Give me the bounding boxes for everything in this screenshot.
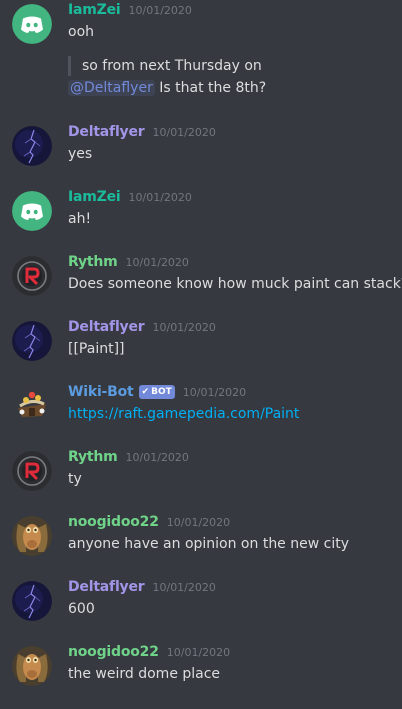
message-header: noogidoo22 10/01/2020 <box>68 514 230 530</box>
message-item: Rythm 10/01/2020 Does someone know how m… <box>0 252 402 308</box>
message-item: Wiki-Bot ✔ BOT 10/01/2020 https://raft.ga… <box>0 382 402 438</box>
lightning-icon[interactable] <box>12 126 52 166</box>
wiki-bot-icon[interactable] <box>12 386 52 426</box>
author-name[interactable]: Wiki-Bot <box>68 384 134 400</box>
message-item: IamZei 10/01/2020 ooh so from next Thurs… <box>0 0 402 104</box>
timestamp: 10/01/2020 <box>125 256 189 269</box>
author-name[interactable]: Deltaflyer <box>68 319 145 335</box>
jarjar-avatar-icon[interactable] <box>12 516 52 556</box>
message-header: Rythm 10/01/2020 <box>68 254 189 270</box>
author-name[interactable]: Rythm <box>68 449 118 465</box>
author-name[interactable]: noogidoo22 <box>68 644 159 660</box>
timestamp: 10/01/2020 <box>152 126 216 139</box>
timestamp: 10/01/2020 <box>166 646 231 659</box>
bot-tag: ✔ BOT <box>138 385 175 399</box>
author-name[interactable]: Rythm <box>68 254 118 270</box>
author-name[interactable]: IamZei <box>68 2 121 18</box>
message-item: Deltaflyer 10/01/2020 yes <box>0 122 402 178</box>
timestamp: 10/01/2020 <box>166 516 231 529</box>
message-text: Does someone know how muck paint can sta… <box>68 276 402 292</box>
message-text: yes <box>68 146 93 162</box>
message-item: Deltaflyer 10/01/2020 [[Paint]] <box>0 317 402 373</box>
lightning-icon[interactable] <box>12 581 52 621</box>
timestamp: 10/01/2020 <box>128 4 192 17</box>
message-item: IamZei 10/01/2020 ah! <box>0 187 402 243</box>
jarjar-avatar-icon[interactable] <box>12 646 52 686</box>
message-item: Rythm 10/01/2020 ty <box>0 447 402 503</box>
rythm-logo-icon[interactable] <box>12 256 52 296</box>
author-name[interactable]: Deltaflyer <box>68 124 145 140</box>
timestamp: 10/01/2020 <box>152 581 216 594</box>
message-item: Deltaflyer 10/01/2020 600 <box>0 577 402 633</box>
lightning-icon[interactable] <box>12 321 52 361</box>
timestamp: 10/01/2020 <box>125 451 189 464</box>
author-name[interactable]: Deltaflyer <box>68 579 145 595</box>
discord-logo-icon[interactable] <box>12 4 52 44</box>
message-text-line: @Deltaflyer Is that the 8th? <box>68 78 266 98</box>
message-text: ty <box>68 471 82 487</box>
timestamp: 10/01/2020 <box>128 191 192 204</box>
message-text-continuation: Is that the 8th? <box>154 80 267 96</box>
verified-check-icon: ✔ <box>141 387 150 397</box>
block-quote: so from next Thursday on <box>68 56 262 76</box>
message-header: noogidoo22 10/01/2020 <box>68 644 230 660</box>
message-text: the weird dome place <box>68 666 221 682</box>
message-header: Deltaflyer 10/01/2020 <box>68 124 216 140</box>
timestamp: 10/01/2020 <box>152 321 216 334</box>
message-header: IamZei 10/01/2020 <box>68 2 192 18</box>
message-item: noogidoo22 10/01/2020 the weird dome pla… <box>0 642 402 698</box>
message-header: Rythm 10/01/2020 <box>68 449 189 465</box>
user-mention[interactable]: @Deltaflyer <box>68 80 155 96</box>
message-text: anyone have an opinion on the new city <box>68 536 349 552</box>
message-header: IamZei 10/01/2020 <box>68 189 192 205</box>
bot-tag-label: BOT <box>151 387 172 397</box>
author-name[interactable]: IamZei <box>68 189 121 205</box>
message-header: Deltaflyer 10/01/2020 <box>68 579 216 595</box>
message-text: ah! <box>68 211 92 227</box>
timestamp: 10/01/2020 <box>182 386 247 399</box>
message-link[interactable]: https://raft.gamepedia.com/Paint <box>68 406 299 422</box>
message-text: ooh <box>68 24 95 40</box>
chat-message-list: IamZei 10/01/2020 ooh so from next Thurs… <box>0 0 402 709</box>
message-text: 600 <box>68 601 95 617</box>
message-text: [[Paint]] <box>68 341 125 357</box>
message-header: Wiki-Bot ✔ BOT 10/01/2020 <box>68 384 246 401</box>
message-header: Deltaflyer 10/01/2020 <box>68 319 216 335</box>
discord-logo-icon[interactable] <box>12 191 52 231</box>
message-item: noogidoo22 10/01/2020 anyone have an opi… <box>0 512 402 568</box>
author-name[interactable]: noogidoo22 <box>68 514 159 530</box>
rythm-logo-icon[interactable] <box>12 451 52 491</box>
